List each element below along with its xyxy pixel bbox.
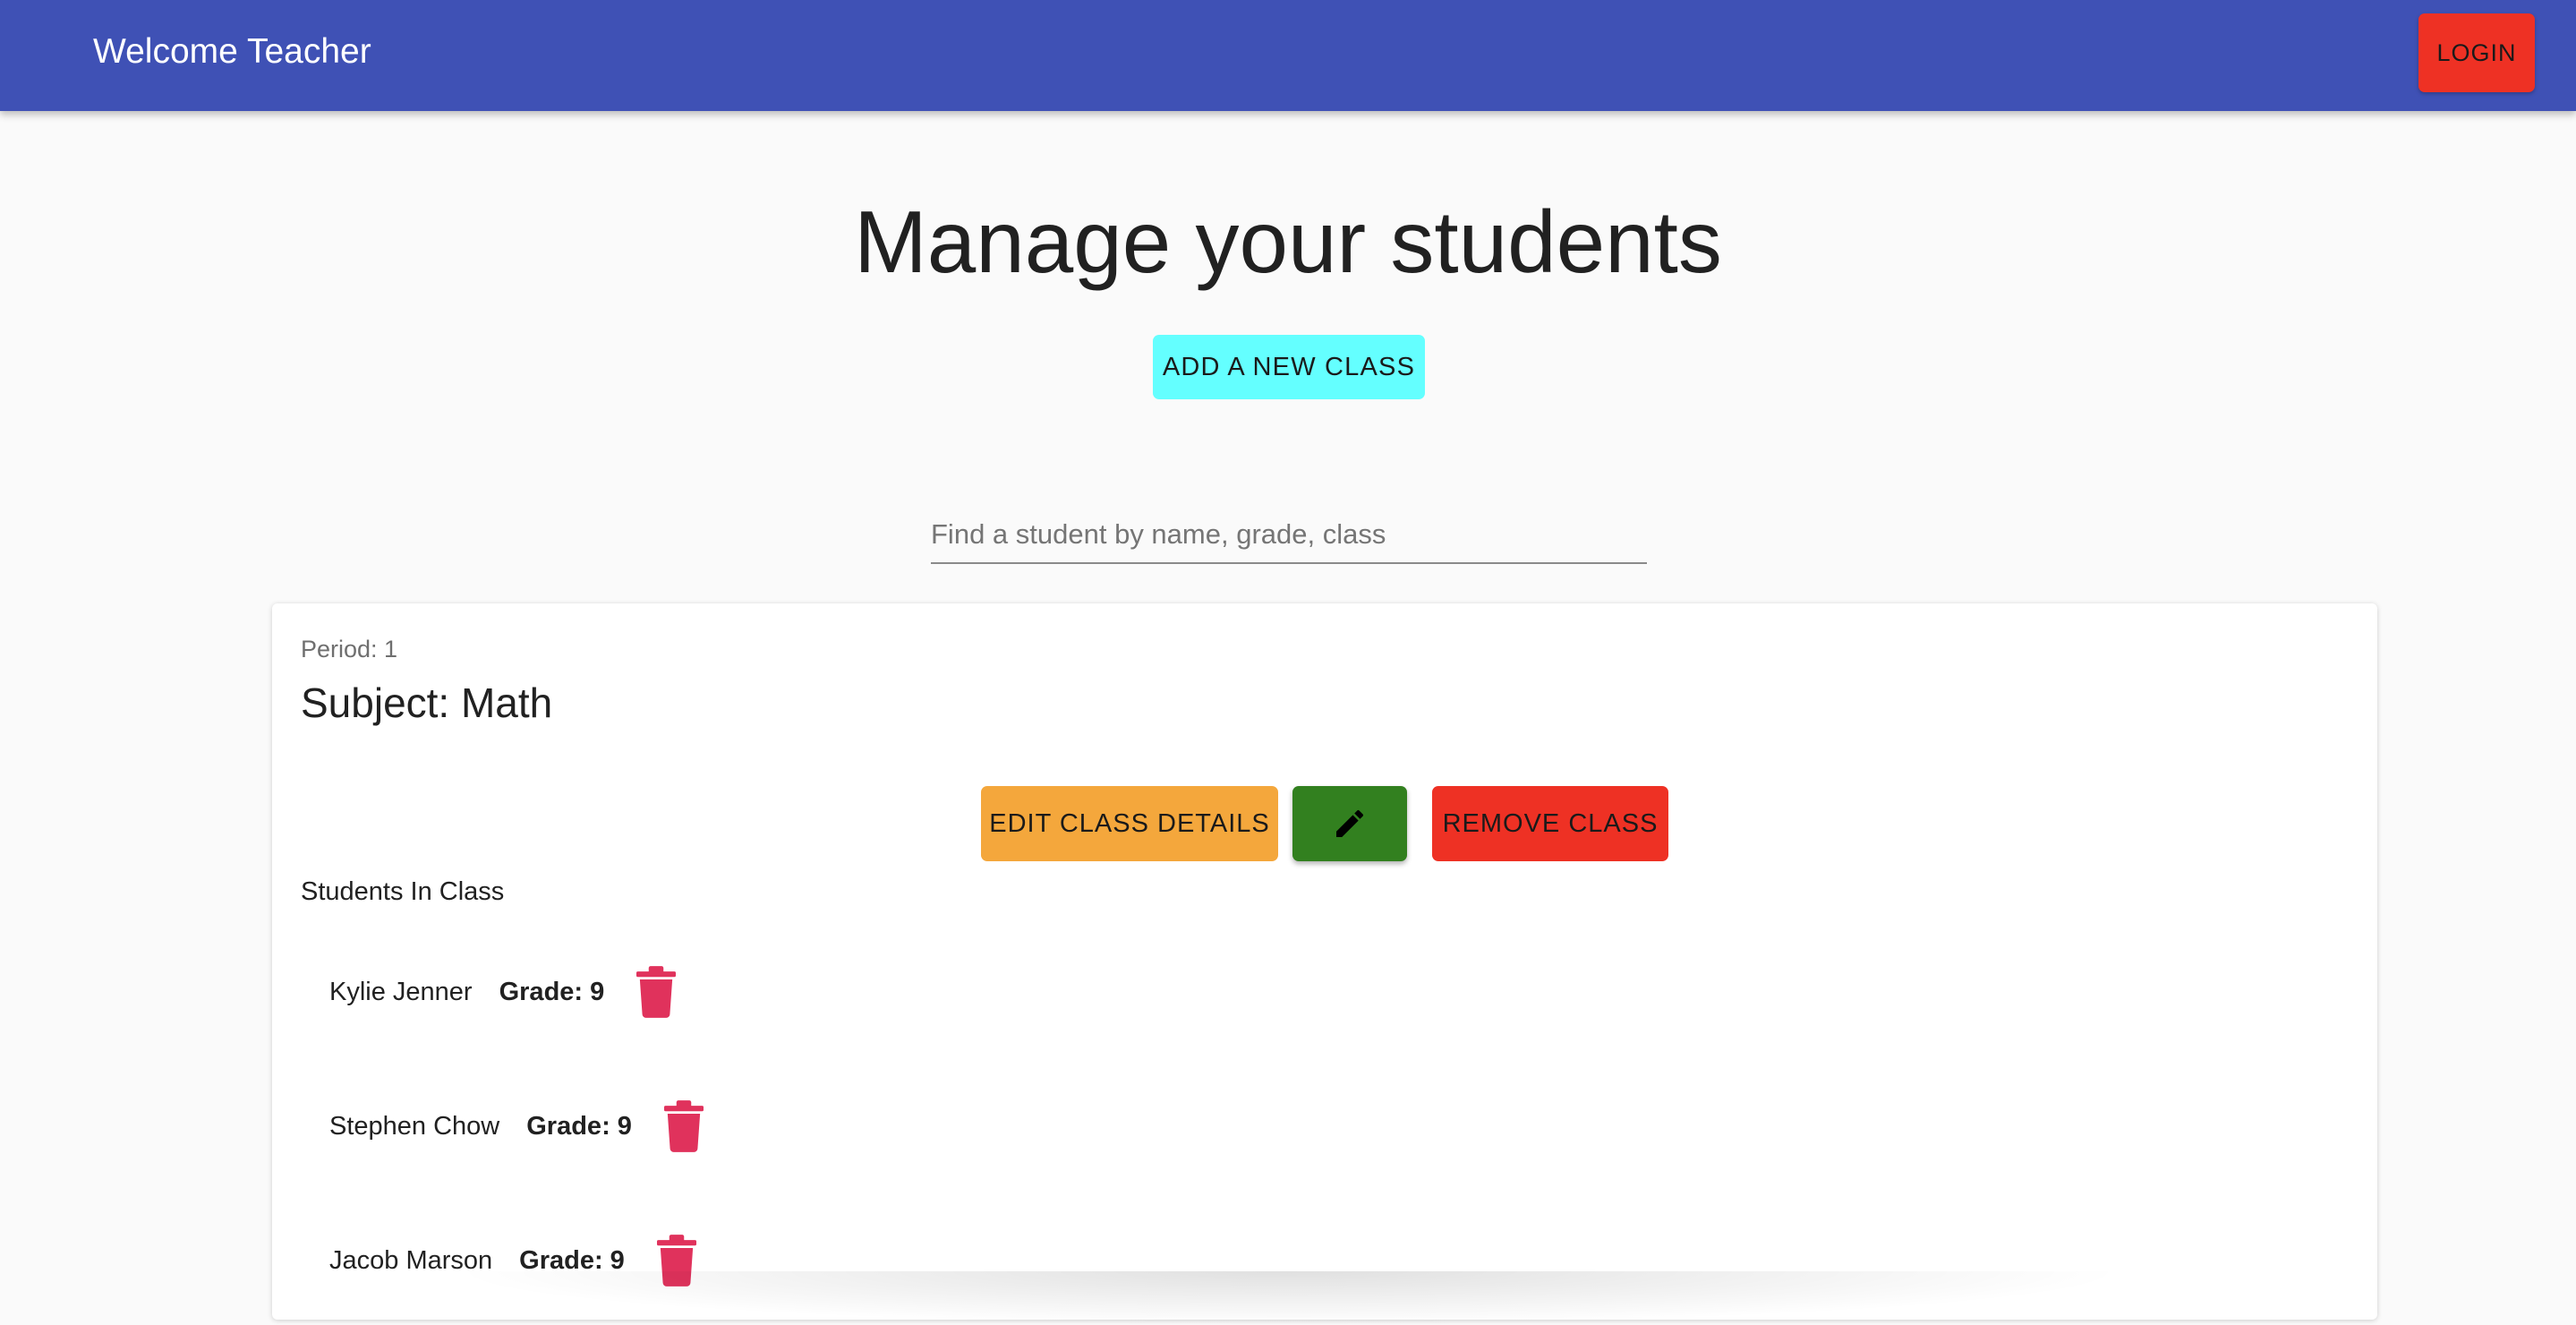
class-subject: Subject: Math — [301, 680, 553, 726]
login-button[interactable]: LOGIN — [2418, 13, 2535, 92]
delete-student-button[interactable] — [663, 1100, 704, 1152]
student-row: Kylie Jenner Grade: 9 — [329, 963, 677, 1021]
class-period: Period: 1 — [301, 636, 398, 662]
delete-student-button[interactable] — [636, 966, 677, 1018]
app-title: Welcome Teacher — [93, 32, 371, 71]
overlay-shadow — [448, 1271, 2130, 1325]
trash-icon — [663, 1100, 704, 1152]
search-field — [931, 507, 1647, 564]
search-input[interactable] — [931, 507, 1647, 562]
edit-pencil-button[interactable] — [1292, 786, 1407, 861]
student-name: Stephen Chow — [329, 1111, 500, 1141]
app-bar: Welcome Teacher LOGIN — [0, 0, 2576, 111]
student-grade: Grade: 9 — [526, 1111, 632, 1141]
class-card: Period: 1 Subject: Math EDIT CLASS DETAI… — [272, 603, 2377, 1320]
student-name: Kylie Jenner — [329, 977, 473, 1006]
student-grade: Grade: 9 — [499, 977, 605, 1006]
student-row: Stephen Chow Grade: 9 — [329, 1098, 704, 1155]
remove-class-button[interactable]: REMOVE CLASS — [1432, 786, 1668, 861]
add-class-button[interactable]: ADD A NEW CLASS — [1153, 335, 1425, 399]
page-title: Manage your students — [854, 192, 1722, 291]
students-heading: Students In Class — [301, 877, 505, 906]
edit-class-details-button[interactable]: EDIT CLASS DETAILS — [981, 786, 1278, 861]
trash-icon — [636, 966, 677, 1018]
pencil-icon — [1336, 809, 1364, 837]
